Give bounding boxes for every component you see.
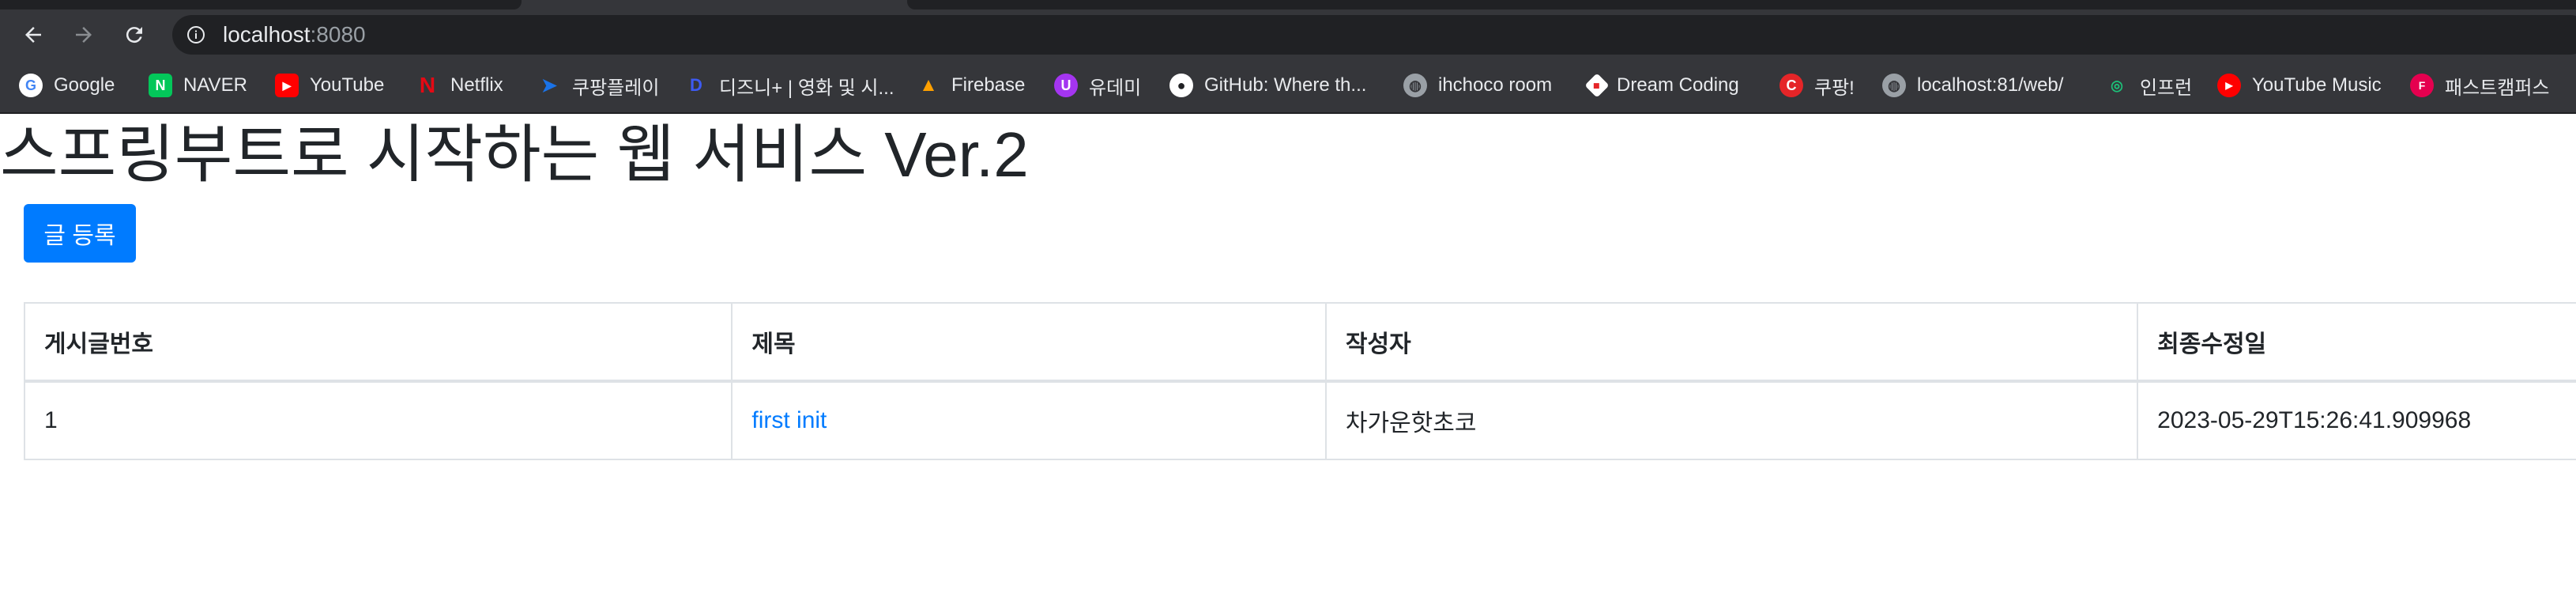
- bookmark-disney-plus[interactable]: D 디즈니+ | 영화 및 시...: [684, 70, 894, 101]
- bookmark-netflix[interactable]: N Netflix: [416, 70, 503, 101]
- bookmark-github[interactable]: ● GitHub: Where th...: [1169, 70, 1366, 101]
- disney-plus-icon: D: [690, 75, 702, 95]
- github-icon: ●: [1169, 74, 1193, 97]
- column-header-last-modified: 최종수정일: [2137, 302, 2576, 383]
- udemy-icon: U: [1054, 74, 1078, 97]
- naver-icon: N: [149, 74, 172, 97]
- tab-strip-right: [907, 0, 2576, 9]
- coupang-icon: C: [1779, 74, 1803, 97]
- bookmark-label: localhost:81/web/: [1917, 74, 2064, 96]
- dream-coding-icon: ◆: [1584, 73, 1610, 98]
- bookmark-udemy[interactable]: U 유데미: [1054, 70, 1141, 101]
- register-post-button[interactable]: 글 등록: [24, 204, 136, 263]
- address-bar[interactable]: localhost:8080: [172, 15, 2576, 55]
- page-title: 스프링부트로 시작하는 웹 서비스 Ver.2: [0, 119, 1029, 190]
- url-port: :8080: [310, 22, 366, 47]
- youtube-music-icon: ▶: [2217, 74, 2241, 97]
- bookmark-label: Firebase: [951, 74, 1026, 96]
- column-header-post-number: 게시글번호: [23, 302, 733, 383]
- posts-table: 게시글번호 제목 작성자 최종수정일 1 first init 차가운핫초코 2…: [23, 302, 2576, 460]
- tab-strip: [0, 0, 2576, 9]
- bookmark-label: 패스트캠퍼스: [2445, 77, 2550, 99]
- coupang-play-icon: ➤: [540, 74, 558, 96]
- post-modified-cell: 2023-05-29T15:26:41.909968: [2137, 380, 2576, 460]
- netflix-icon: N: [419, 73, 436, 97]
- tab-strip-left: [0, 0, 522, 9]
- column-header-title: 제목: [731, 302, 1327, 383]
- inflearn-icon: ◎: [2111, 77, 2123, 93]
- bookmark-label: Dream Coding: [1617, 74, 1739, 96]
- bookmark-fastcampus[interactable]: F 패스트캠퍼스: [2410, 70, 2549, 101]
- column-header-author: 작성자: [1324, 302, 2139, 383]
- table-header-row: 게시글번호 제목 작성자 최종수정일: [23, 302, 2576, 383]
- globe-icon: ◍: [1403, 74, 1427, 97]
- arrow-right-icon: [76, 27, 92, 43]
- bookmark-coupang-play[interactable]: ➤ 쿠팡플레이: [537, 70, 659, 101]
- reload-icon: [126, 27, 142, 43]
- bookmark-label: YouTube: [310, 74, 385, 96]
- forward-button[interactable]: [66, 17, 101, 52]
- bookmark-youtube-music[interactable]: ▶ YouTube Music: [2217, 70, 2382, 101]
- arrow-left-icon: [25, 27, 41, 43]
- bookmark-localhost-81[interactable]: ◍ localhost:81/web/: [1882, 70, 2063, 101]
- bookmark-label: YouTube Music: [2252, 74, 2382, 96]
- bookmark-naver[interactable]: N NAVER: [149, 70, 247, 101]
- bookmark-label: 쿠팡플레이: [572, 77, 660, 99]
- bookmark-youtube[interactable]: ▶ YouTube: [275, 70, 384, 101]
- bookmark-label: Netflix: [450, 74, 503, 96]
- info-icon[interactable]: [186, 25, 205, 44]
- back-button[interactable]: [16, 17, 51, 52]
- bookmark-coupang[interactable]: C 쿠팡!: [1779, 70, 1855, 101]
- table-row: 1 first init 차가운핫초코 2023-05-29T15:26:41.…: [23, 380, 2576, 460]
- post-id-cell: 1: [23, 380, 733, 460]
- bookmark-inflearn[interactable]: ◎ 인프런: [2105, 70, 2192, 101]
- url-host: localhost: [223, 22, 311, 47]
- google-icon: G: [19, 74, 43, 97]
- bookmark-label: NAVER: [183, 74, 247, 96]
- bookmark-label: Google: [54, 74, 115, 96]
- fastcampus-icon: F: [2410, 74, 2434, 97]
- firebase-icon: ▲: [919, 74, 938, 96]
- bookmark-firebase[interactable]: ▲ Firebase: [917, 70, 1025, 101]
- bookmark-label: 유데미: [1089, 77, 1142, 99]
- bookmarks-bar: G Google N NAVER ▶ YouTube N Netflix ➤ 쿠…: [0, 60, 2576, 114]
- globe-icon: ◍: [1882, 74, 1906, 97]
- reload-button[interactable]: [117, 17, 152, 52]
- bookmark-label: ihchoco room: [1438, 74, 1553, 96]
- post-author-cell: 차가운핫초코: [1324, 380, 2139, 460]
- post-title-cell: first init: [731, 380, 1327, 460]
- bookmark-label: 인프런: [2140, 77, 2193, 99]
- browser-toolbar: localhost:8080: [0, 9, 2576, 60]
- url-text: localhost:8080: [223, 22, 366, 47]
- bookmark-ihchoco-room[interactable]: ◍ ihchoco room: [1403, 70, 1552, 101]
- post-title-link[interactable]: first init: [751, 407, 827, 433]
- bookmark-google[interactable]: G Google: [19, 70, 115, 101]
- bookmark-dream-coding[interactable]: ◆ Dream Coding: [1584, 70, 1739, 101]
- bookmark-label: 디즈니+ | 영화 및 시...: [719, 77, 894, 99]
- bookmark-label: 쿠팡!: [1814, 77, 1855, 99]
- youtube-icon: ▶: [275, 74, 299, 97]
- bookmark-label: GitHub: Where th...: [1204, 74, 1367, 96]
